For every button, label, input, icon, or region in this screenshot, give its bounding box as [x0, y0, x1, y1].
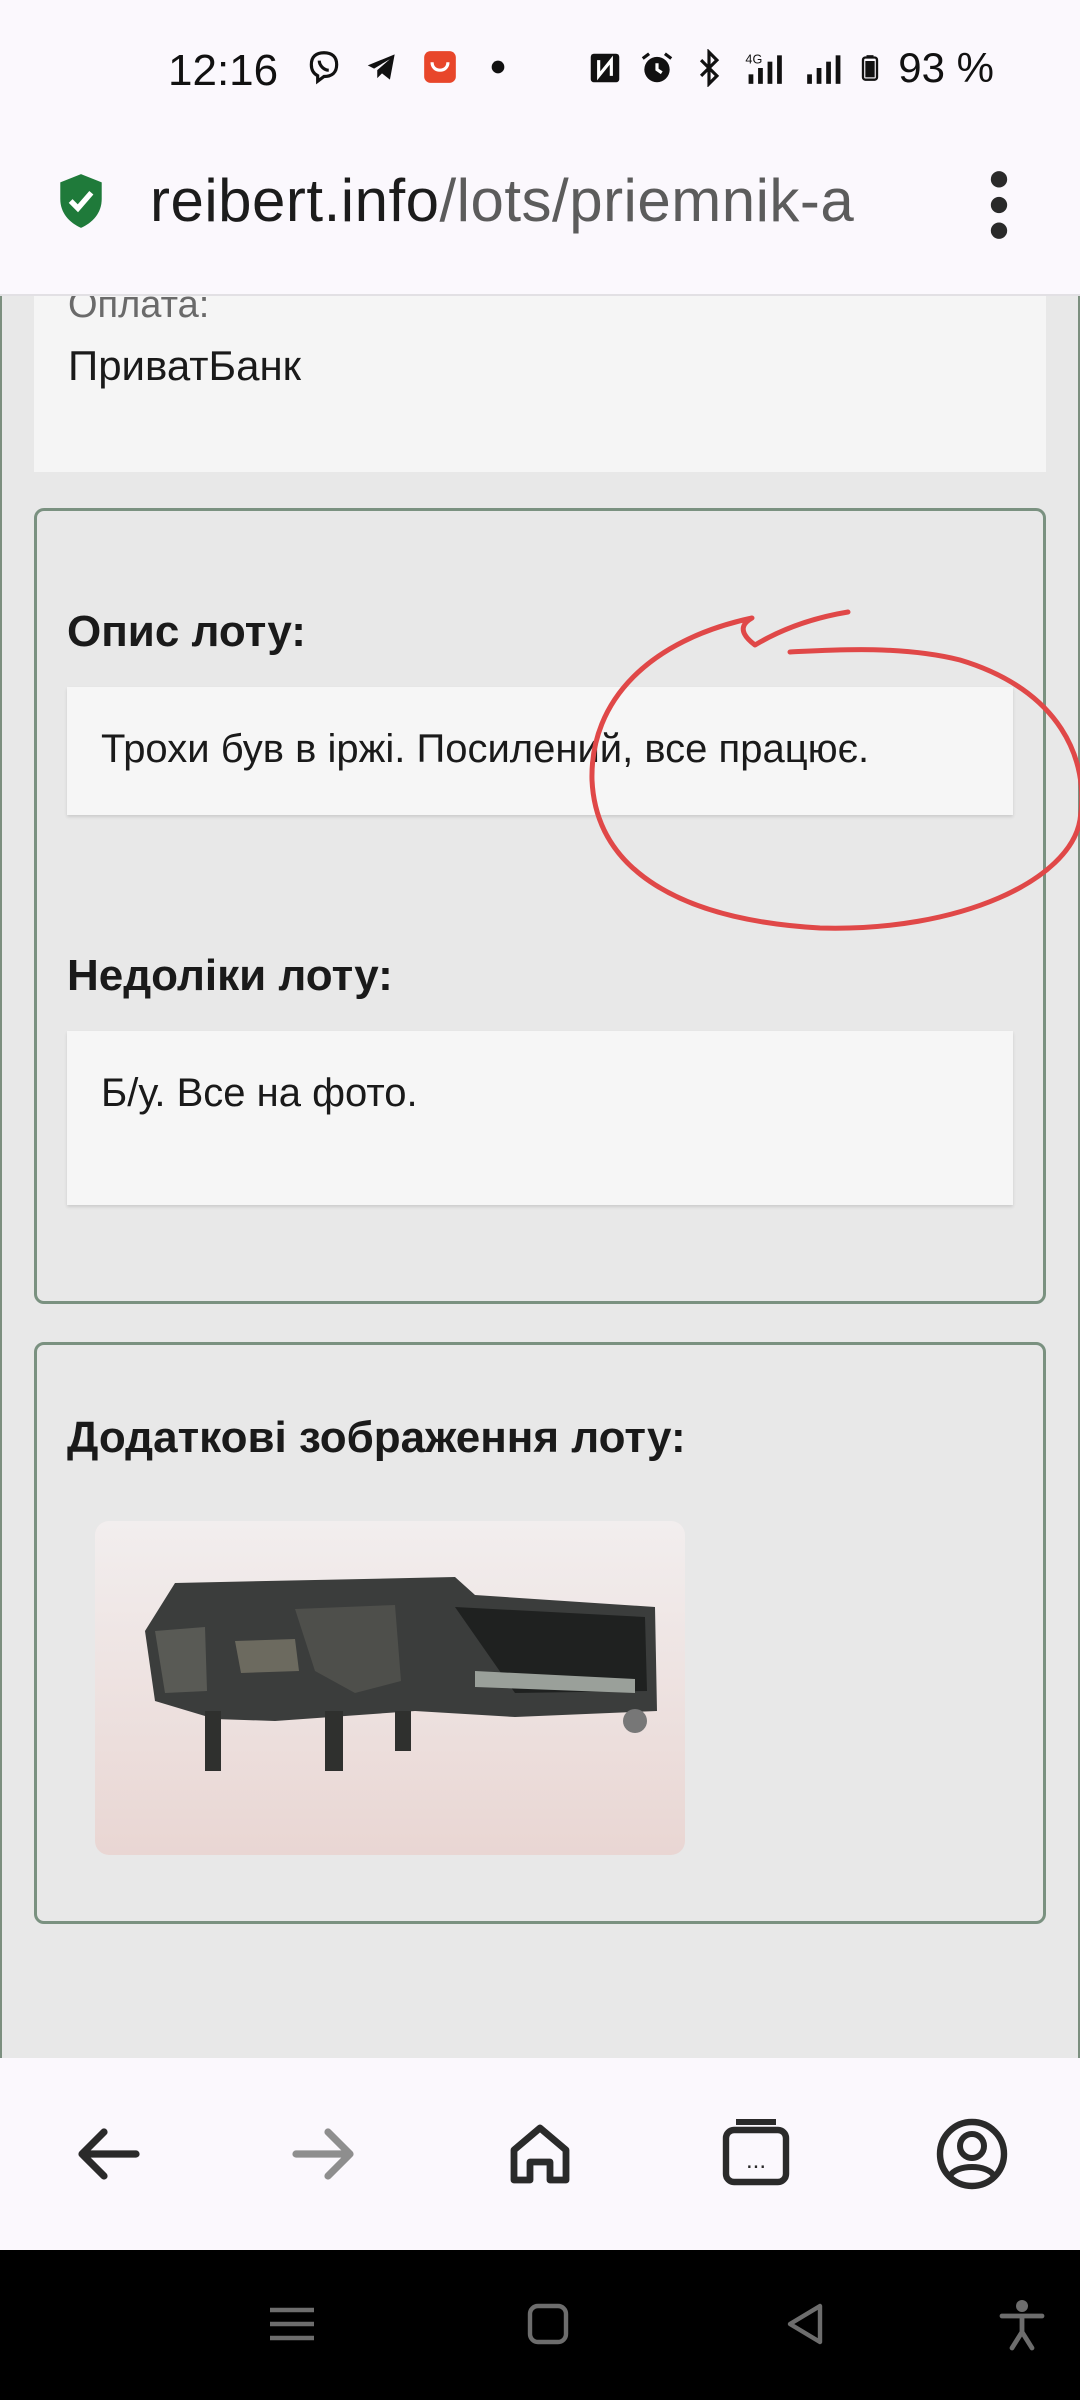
accessibility-icon[interactable] [992, 2294, 1052, 2354]
lot-image-thumbnail[interactable] [95, 1521, 685, 1855]
system-status-icons: 4G 93 % [586, 44, 994, 92]
tabs-icon[interactable]: ... [716, 2114, 796, 2194]
forward-arrow-icon[interactable] [284, 2114, 364, 2194]
page-content[interactable]: Оплата: ПриватБанк Опис лоту: Трохи був … [0, 296, 1080, 2058]
url-path: /lots/priemnik-a [439, 167, 855, 234]
signal-icon [807, 55, 841, 84]
defects-text: Б/у. Все на фото. [101, 1071, 418, 1115]
viber-icon [309, 51, 339, 85]
home-icon[interactable] [500, 2114, 580, 2194]
dot-icon [491, 60, 505, 74]
home-square-icon[interactable] [518, 2294, 578, 2354]
aliexpress-icon [424, 51, 456, 83]
back-arrow-icon[interactable] [68, 2114, 148, 2194]
notification-icons [305, 48, 517, 86]
description-title: Опис лоту: [67, 607, 306, 656]
browser-url-bar[interactable]: reibert.info/lots/priemnik-a [0, 140, 1080, 296]
page-border-left [0, 296, 2, 2058]
account-icon[interactable] [932, 2114, 1012, 2194]
images-title: Додаткові зображення лоту: [67, 1413, 686, 1462]
url-domain: reibert.info [150, 167, 440, 234]
status-time: 12:16 [168, 46, 279, 95]
back-triangle-icon[interactable] [776, 2294, 836, 2354]
payment-label: Оплата: [68, 296, 210, 326]
secure-shield-icon[interactable] [56, 172, 106, 230]
signal-4g-icon: 4G [746, 52, 783, 84]
status-bar: 12:16 4G 93 % [0, 0, 1080, 140]
payment-card: Оплата: ПриватБанк [34, 296, 1046, 472]
system-navigation-bar [0, 2250, 1080, 2400]
lot-info-section: Опис лоту: Трохи був в іржі. Посилений, … [34, 508, 1046, 1304]
bluetooth-icon [700, 49, 720, 87]
browser-toolbar: ... [0, 2058, 1080, 2250]
svg-text:4G: 4G [746, 52, 763, 66]
battery-icon [862, 55, 879, 81]
receiver-part-image [95, 1521, 685, 1855]
description-text: Трохи був в іржі. Посилений, все працює. [101, 727, 870, 771]
description-box: Трохи був в іржі. Посилений, все працює. [67, 687, 1013, 815]
defects-title: Недоліки лоту: [67, 951, 393, 1000]
url-field[interactable]: reibert.info/lots/priemnik-a [150, 166, 930, 235]
url-fade [860, 160, 940, 240]
svg-text:...: ... [746, 2147, 766, 2174]
nfc-icon [591, 53, 620, 83]
payment-value: ПриватБанк [68, 342, 302, 389]
telegram-icon [367, 54, 395, 80]
more-menu-icon[interactable] [985, 170, 1013, 240]
additional-images-section: Додаткові зображення лоту: [34, 1342, 1046, 1924]
battery-percent: 93 % [898, 44, 994, 91]
recents-icon[interactable] [262, 2294, 322, 2354]
defects-box: Б/у. Все на фото. [67, 1031, 1013, 1205]
alarm-icon [642, 52, 673, 83]
